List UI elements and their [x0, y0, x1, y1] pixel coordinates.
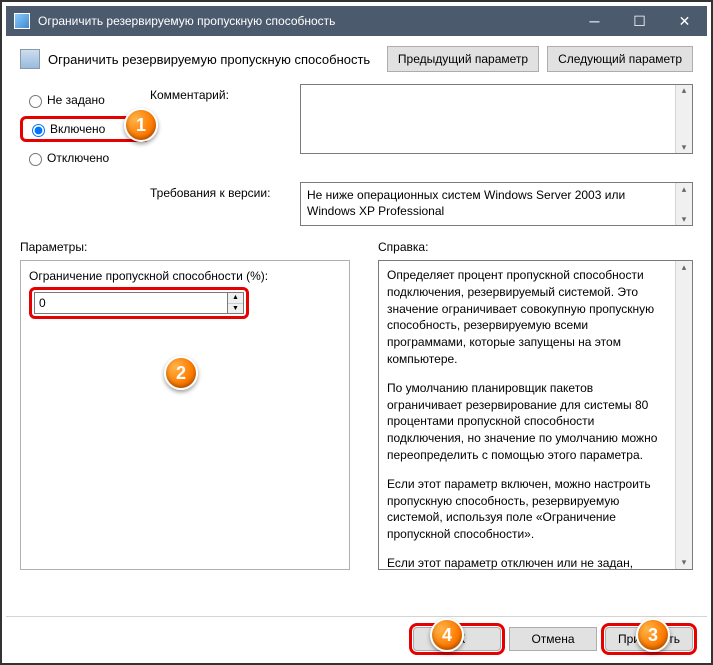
comment-scrollbar[interactable]: ▴▾ [675, 85, 692, 153]
annotation-marker-1: 1 [124, 108, 158, 142]
annotation-marker-4: 4 [430, 618, 464, 652]
next-setting-button[interactable]: Следующий параметр [547, 46, 693, 72]
help-paragraph: Если этот параметр отключен или не задан… [387, 555, 670, 570]
radio-not-configured-input[interactable] [29, 95, 42, 108]
policy-icon [20, 49, 40, 69]
help-paragraph: По умолчанию планировщик пакетов огранич… [387, 380, 670, 464]
radio-disabled[interactable]: Отключено [20, 148, 150, 168]
annotation-marker-2: 2 [164, 356, 198, 390]
spinner-down-button[interactable]: ▼ [228, 304, 243, 314]
requirements-text: Не ниже операционных систем Windows Serv… [307, 188, 625, 218]
help-paragraph: Определяет процент пропускной способност… [387, 267, 670, 368]
comment-textarea[interactable]: ▴▾ [300, 84, 693, 154]
help-scrollbar[interactable]: ▴▾ [675, 261, 692, 569]
bandwidth-limit-label: Ограничение пропускной способности (%): [29, 269, 341, 283]
params-box: Ограничение пропускной способности (%): … [20, 260, 350, 570]
help-box: Определяет процент пропускной способност… [378, 260, 693, 570]
titlebar: Ограничить резервируемую пропускную спос… [6, 6, 707, 36]
annotation-marker-3: 3 [636, 618, 670, 652]
dialog-content: Ограничить резервируемую пропускную спос… [6, 36, 707, 659]
radio-disabled-label: Отключено [47, 151, 109, 165]
cancel-button[interactable]: Отмена [509, 627, 597, 651]
app-icon [14, 13, 30, 29]
radio-not-configured-label: Не задано [47, 93, 105, 107]
requirements-scrollbar[interactable]: ▴▾ [675, 183, 692, 225]
requirements-label: Требования к версии: [150, 182, 300, 226]
setting-title: Ограничить резервируемую пропускную спос… [48, 52, 379, 67]
bandwidth-spinner[interactable]: ▲ ▼ [34, 292, 244, 314]
comment-label: Комментарий: [150, 84, 300, 102]
minimize-button[interactable]: ─ [572, 6, 617, 36]
dialog-footer: ОК Отмена Применить [6, 616, 707, 651]
spinner-buttons: ▲ ▼ [227, 293, 243, 313]
bandwidth-spinner-highlight: ▲ ▼ [29, 287, 249, 319]
prev-setting-button[interactable]: Предыдущий параметр [387, 46, 539, 72]
radio-not-configured[interactable]: Не задано [20, 90, 150, 110]
bandwidth-spinner-input[interactable] [35, 293, 227, 313]
requirements-box: Не ниже операционных систем Windows Serv… [300, 182, 693, 226]
radio-enabled-label: Включено [50, 122, 105, 136]
params-section-label: Параметры: [20, 240, 350, 254]
maximize-button[interactable]: ☐ [617, 6, 662, 36]
spinner-up-button[interactable]: ▲ [228, 293, 243, 304]
window-title: Ограничить резервируемую пропускную спос… [38, 14, 572, 28]
help-paragraph: Если этот параметр включен, можно настро… [387, 476, 670, 543]
help-section-label: Справка: [378, 240, 693, 254]
radio-enabled-input[interactable] [32, 124, 45, 137]
close-button[interactable]: ✕ [662, 6, 707, 36]
radio-disabled-input[interactable] [29, 153, 42, 166]
